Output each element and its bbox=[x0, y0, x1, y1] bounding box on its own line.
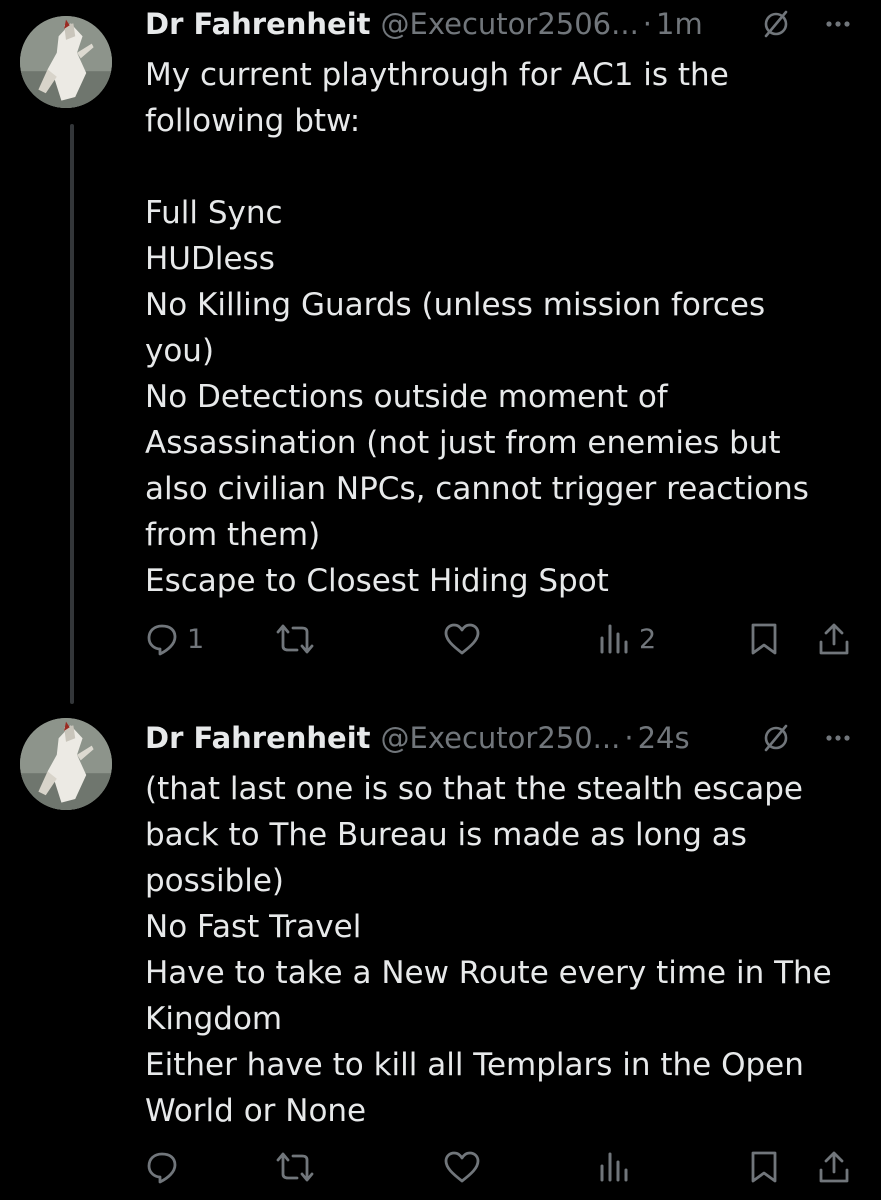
tweet-text: My current playthrough for AC1 is the fo… bbox=[145, 57, 809, 599]
separator-dot: · bbox=[624, 721, 634, 755]
views-button[interactable]: 2 bbox=[597, 614, 656, 664]
header-icons bbox=[761, 4, 851, 44]
heart-icon bbox=[444, 1151, 480, 1183]
more-icon[interactable] bbox=[825, 734, 851, 742]
reply-icon bbox=[147, 624, 177, 656]
more-icon[interactable] bbox=[825, 20, 851, 28]
author-handle[interactable]: @Executor2506... bbox=[381, 7, 639, 41]
share-icon bbox=[819, 1151, 849, 1183]
timestamp[interactable]: 24s bbox=[638, 721, 690, 755]
tweet-text: (that last one is so that the stealth es… bbox=[145, 771, 832, 1129]
author-name[interactable]: Dr Fahrenheit bbox=[145, 721, 371, 755]
tweet-header: Dr Fahrenheit @Executor250... · 24s bbox=[145, 718, 861, 758]
timestamp[interactable]: 1m bbox=[656, 7, 703, 41]
bookmark-icon bbox=[751, 623, 777, 655]
avatar[interactable] bbox=[20, 718, 112, 810]
reply-button[interactable] bbox=[145, 1142, 187, 1192]
reply-icon bbox=[147, 1152, 177, 1184]
tweet-actions: 1 2 bbox=[145, 614, 865, 664]
heart-icon bbox=[444, 623, 480, 655]
assassin-avatar-image bbox=[20, 718, 112, 810]
avatar[interactable] bbox=[20, 16, 112, 108]
views-button[interactable] bbox=[597, 1142, 639, 1192]
tweet[interactable]: Dr Fahrenheit @Executor250... · 24s (tha… bbox=[0, 690, 881, 1200]
bookmark-button[interactable] bbox=[748, 1142, 780, 1192]
thread-connector-line bbox=[70, 124, 74, 704]
tweet[interactable]: Dr Fahrenheit @Executor2506... · 1m My c… bbox=[0, 0, 881, 704]
repost-icon bbox=[276, 1152, 314, 1182]
author-name[interactable]: Dr Fahrenheit bbox=[145, 7, 371, 41]
reply-count: 1 bbox=[187, 623, 205, 655]
author-handle[interactable]: @Executor250... bbox=[381, 721, 621, 755]
like-button[interactable] bbox=[443, 1142, 489, 1192]
repost-button[interactable] bbox=[275, 614, 323, 664]
share-icon bbox=[819, 623, 849, 655]
repost-button[interactable] bbox=[275, 1142, 323, 1192]
reply-button[interactable]: 1 bbox=[145, 614, 204, 664]
views-icon bbox=[600, 624, 628, 654]
share-button[interactable] bbox=[817, 614, 851, 664]
tweet-header: Dr Fahrenheit @Executor2506... · 1m bbox=[145, 4, 861, 44]
share-button[interactable] bbox=[817, 1142, 851, 1192]
separator-dot: · bbox=[642, 7, 653, 41]
bookmark-button[interactable] bbox=[748, 614, 780, 664]
bookmark-icon bbox=[751, 1151, 777, 1183]
assassin-avatar-image bbox=[20, 16, 112, 108]
tweet-actions bbox=[145, 1142, 865, 1192]
like-button[interactable] bbox=[443, 614, 489, 664]
views-count: 2 bbox=[639, 623, 657, 655]
grok-icon[interactable] bbox=[761, 723, 791, 753]
header-icons bbox=[761, 718, 851, 758]
repost-icon bbox=[276, 624, 314, 654]
views-icon bbox=[600, 1152, 628, 1182]
grok-icon[interactable] bbox=[761, 9, 791, 39]
